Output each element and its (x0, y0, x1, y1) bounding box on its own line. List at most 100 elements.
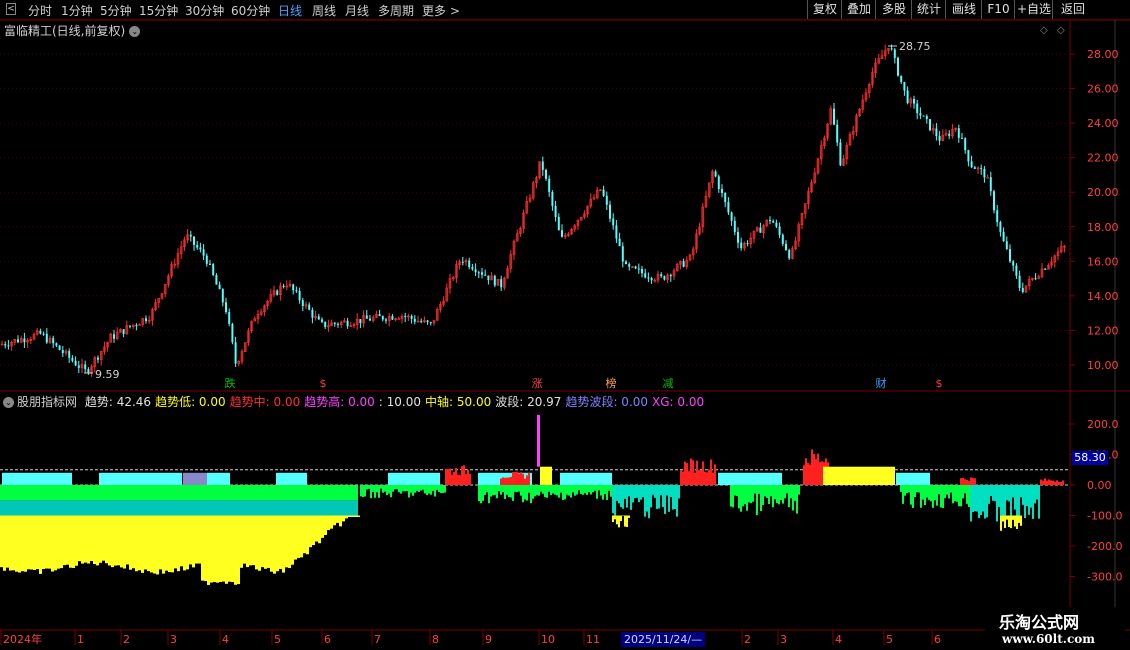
negative-bar (798, 485, 800, 495)
negative-bar (632, 485, 634, 503)
red-bar (712, 472, 714, 485)
negative-bar (428, 485, 430, 494)
negative-bar (502, 485, 504, 493)
red-bar (526, 475, 528, 485)
candle-body (193, 236, 195, 245)
yellow-bar (333, 515, 336, 526)
candle (685, 256, 689, 270)
red-bar (684, 461, 686, 485)
candle-body (215, 275, 218, 285)
candle (810, 179, 813, 194)
negative-bar (676, 485, 678, 517)
candle (1034, 273, 1037, 281)
negative-bar (668, 485, 670, 512)
candle (628, 262, 631, 271)
negative-bar (570, 485, 572, 498)
candle (394, 317, 397, 322)
candle (151, 307, 154, 326)
negative-bar (540, 485, 542, 492)
negative-bar (670, 485, 672, 498)
red-bar (508, 477, 510, 485)
negative-bar (436, 485, 438, 490)
negative-bar (962, 485, 964, 499)
candle (301, 297, 304, 312)
negative-bar (444, 485, 446, 493)
candle-body (628, 264, 631, 267)
yellow-tail (1014, 515, 1016, 527)
yellow-bar (318, 515, 321, 544)
trend-band (896, 472, 930, 485)
candle (228, 308, 231, 327)
candle (656, 270, 660, 284)
candle (631, 265, 634, 269)
red-bar (714, 464, 716, 485)
candle-body (938, 136, 941, 141)
candle-body (493, 275, 496, 286)
candle-body (957, 128, 960, 138)
candle (525, 195, 529, 215)
trend-band (276, 472, 307, 485)
event-marker-2[interactable]: 涨 (532, 377, 543, 390)
event-marker-4[interactable]: 减 (663, 377, 674, 390)
candle (545, 168, 547, 181)
candle (548, 175, 551, 197)
candle-body (359, 319, 362, 324)
negative-bar (648, 485, 650, 519)
candle (7, 340, 10, 350)
yellow-bar (267, 515, 270, 568)
diamond-icon[interactable]: ◇ (1040, 25, 1048, 36)
negative-bar (1034, 485, 1036, 504)
candlestick-series[interactable] (0, 44, 1066, 377)
negative-bar (990, 485, 992, 497)
indicator-field-2: 趋势中: 0.00 (229, 395, 301, 409)
event-marker-5[interactable]: 财 (876, 376, 887, 390)
yellow-bar (21, 515, 24, 572)
yellow-bar (36, 515, 39, 570)
candle-body (900, 75, 903, 82)
candle (218, 281, 221, 290)
candle (0, 340, 4, 346)
stock-chart-canvas[interactable]: 跌 $ 涨榜减财 $ 28.0026.0024.0022.0020.0018.0016… (0, 0, 1130, 650)
negative-bar (1036, 485, 1038, 500)
candle (944, 129, 948, 137)
candle-body (484, 274, 487, 276)
negative-bar (736, 485, 738, 497)
negative-bar (598, 485, 600, 491)
chevron-down-icon[interactable]: ⌄ (129, 26, 141, 37)
event-markers[interactable]: 跌 $ 涨 榜 减 财 $ (225, 376, 943, 390)
yellow-bar (156, 515, 159, 575)
yellow-tail (628, 515, 630, 518)
candle-body (781, 234, 784, 244)
red-bar (459, 475, 461, 485)
candle (816, 157, 820, 175)
candle (387, 312, 391, 327)
candle (666, 273, 669, 284)
candle-body (346, 320, 349, 327)
negative-bar (744, 485, 746, 504)
event-marker-3[interactable]: 榜 (606, 376, 617, 390)
candle (432, 320, 436, 326)
expand-icon[interactable]: ◇ (1057, 25, 1065, 36)
red-bar (698, 470, 700, 485)
negative-bar (636, 485, 638, 498)
negative-bar (652, 485, 654, 495)
candle (653, 278, 657, 283)
yellow-bar (99, 515, 102, 563)
yellow-tail (614, 515, 616, 520)
chevron-down-icon[interactable]: ⌄ (3, 397, 14, 408)
candle (247, 328, 250, 346)
red-bar (807, 462, 809, 485)
negative-bar (916, 485, 918, 493)
candle-body (333, 322, 336, 324)
candle (855, 113, 858, 137)
candle (618, 232, 621, 247)
candle (701, 203, 705, 233)
event-marker-1[interactable]: $ (320, 377, 327, 390)
negative-bar (522, 485, 524, 503)
event-marker-0[interactable]: 跌 (225, 376, 236, 390)
event-marker-6[interactable]: $ (936, 377, 943, 390)
negative-bar (998, 485, 1000, 507)
indicator-tick-label: -300.0 (1087, 571, 1122, 584)
candle (371, 315, 375, 323)
candle (797, 221, 801, 247)
